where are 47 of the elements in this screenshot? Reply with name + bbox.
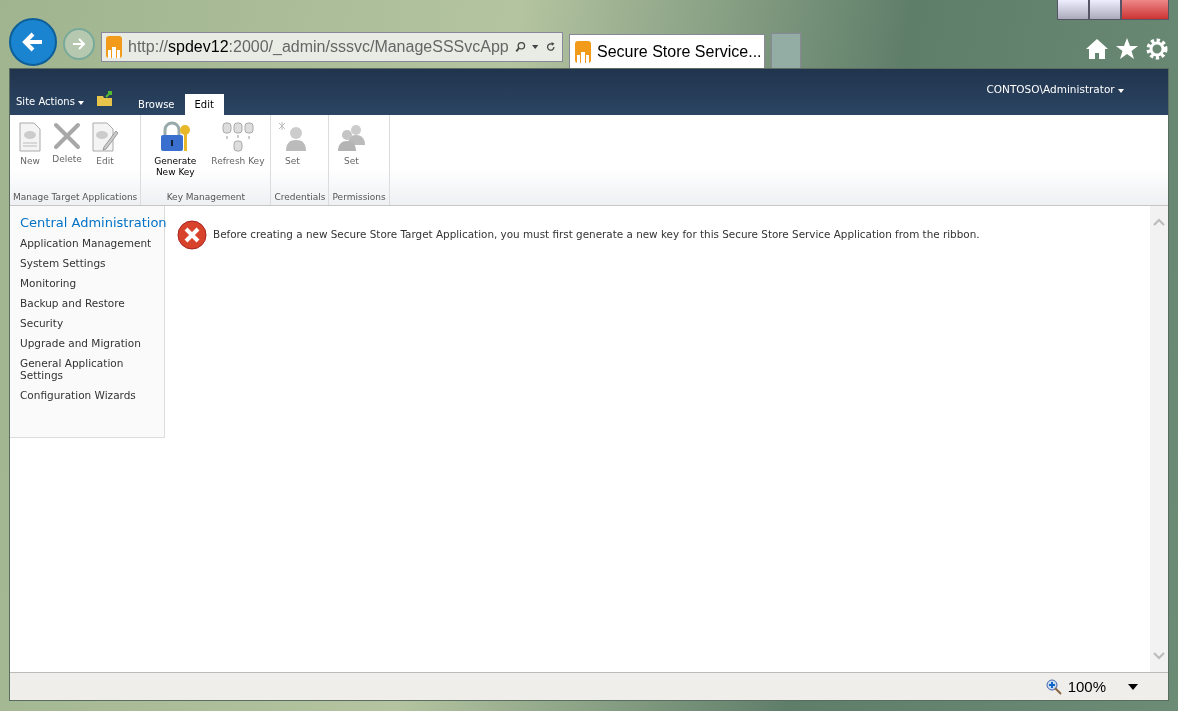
user-menu[interactable]: CONTOSO\Administrator <box>986 83 1124 95</box>
group-label: Permissions <box>332 192 386 204</box>
group-label: Credentials <box>274 192 326 204</box>
database-icon <box>220 121 255 153</box>
nav-link[interactable]: Application Management <box>20 234 164 254</box>
minimize-button[interactable] <box>1057 0 1089 20</box>
address-bar[interactable]: http://spdev12:2000/_admin/sssvc/ManageSSSvcApp <box>101 32 563 62</box>
close-button[interactable] <box>1121 0 1169 20</box>
home-icon[interactable] <box>1085 38 1109 60</box>
nav-link[interactable]: Monitoring <box>20 274 164 294</box>
ribbon-button[interactable]: Generate New Key <box>144 115 207 192</box>
cross-icon <box>52 121 82 151</box>
person-icon <box>277 121 308 153</box>
nav-link[interactable]: Upgrade and Migration <box>20 334 164 354</box>
ribbon-tab[interactable]: Browse <box>128 94 185 115</box>
star-icon[interactable] <box>1115 38 1139 60</box>
document-pencil-icon <box>90 121 120 153</box>
maximize-button[interactable] <box>1089 0 1121 20</box>
group-label: Manage Target Applications <box>13 192 138 204</box>
left-arrow-icon <box>21 30 45 54</box>
browser-tab[interactable]: Secure Store Service... <box>569 34 765 68</box>
site-icon <box>575 40 591 63</box>
nav-link[interactable]: Security <box>20 314 164 334</box>
nav-heading[interactable]: Central Administration <box>20 215 164 230</box>
error-message: Before creating a new Secure Store Target Application, you must first generate a new key for this Secure Store Service Application from the ribbon. <box>213 227 980 240</box>
zoom-level[interactable]: 100% <box>1067 678 1106 695</box>
settings-icon[interactable] <box>1145 38 1169 60</box>
caret-icon <box>1118 89 1124 93</box>
lock-key-icon <box>158 121 193 153</box>
nav-link[interactable]: Configuration Wizards <box>20 386 164 406</box>
ribbon-tab[interactable]: Edit <box>184 94 224 115</box>
dropdown-icon[interactable] <box>1128 683 1138 690</box>
zoom-icon[interactable] <box>1045 678 1062 695</box>
nav-link[interactable]: Backup and Restore <box>20 294 164 314</box>
forward-button[interactable] <box>63 28 95 60</box>
back-button[interactable] <box>9 18 57 66</box>
nav-link[interactable]: System Settings <box>20 254 164 274</box>
error-icon <box>177 220 207 250</box>
folder-arrow-icon[interactable] <box>96 91 115 107</box>
document-icon <box>16 121 44 153</box>
site-actions-menu[interactable]: Site Actions <box>10 96 91 107</box>
caret-icon <box>78 101 85 105</box>
group-label: Key Management <box>165 192 247 204</box>
right-arrow-icon <box>71 36 87 52</box>
dropdown-icon[interactable] <box>532 44 539 50</box>
site-icon <box>106 36 122 58</box>
nav-link[interactable]: General Application Settings <box>20 354 164 386</box>
